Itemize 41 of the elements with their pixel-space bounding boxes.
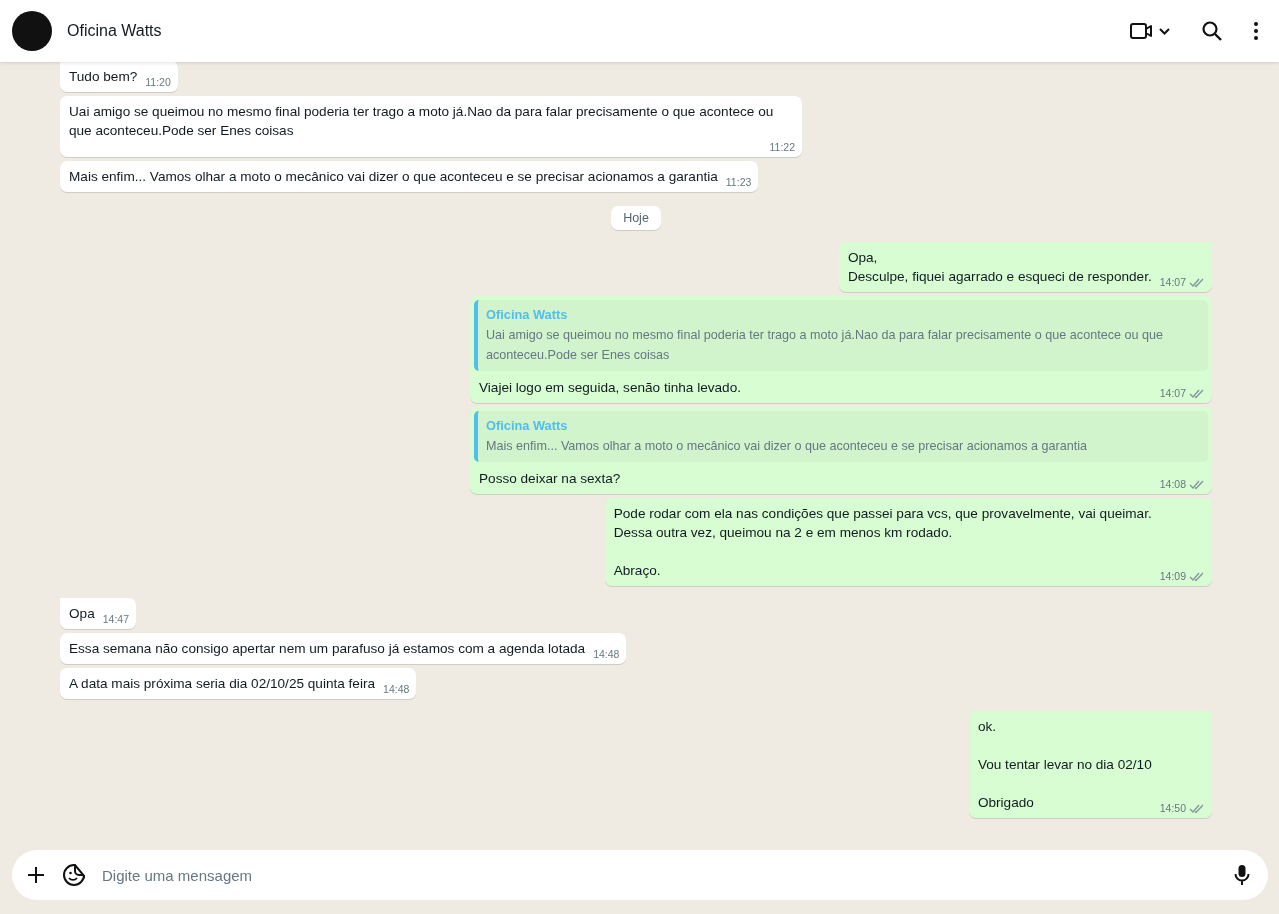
message-composer[interactable]: Digite uma mensagem	[12, 850, 1268, 900]
sticker-button[interactable]	[60, 861, 88, 889]
quoted-message[interactable]: Oficina Watts Mais enfim... Vamos olhar a moto o mecânico vai dizer o que aconteceu e se precisar acionamos a garantia	[474, 411, 1208, 462]
microphone-button[interactable]	[1232, 862, 1252, 888]
quote-text: Uai amigo se queimou no mesmo final poderia ter trago a moto já.Nao da para falar precisamente o que acontece ou que aconteceu.Pode ser Enes coisas	[486, 327, 1164, 364]
message-text: Essa semana não consigo apertar nem um parafuso já estamos com a agenda lotada	[69, 640, 586, 658]
quote-author: Oficina Watts	[486, 417, 569, 435]
message-text: Mais enfim... Vamos olhar a moto o mecânico vai dizer o que aconteceu e se precisar acionamos a garantia	[69, 168, 718, 186]
quoted-message[interactable]: Oficina Watts Uai amigo se queimou no mesmo final poderia ter trago a moto já.Nao da para falar precisamente o que acontece ou que aconteceu.Pode ser Enes coisas	[474, 300, 1208, 371]
message-time: 14:50	[1159, 801, 1186, 816]
message-time: 14:07	[1159, 275, 1186, 290]
menu-icon	[1253, 21, 1259, 41]
double-check-icon	[1189, 479, 1205, 490]
message-text: Viajei logo em seguida, senão tinha levado.	[479, 379, 741, 397]
double-check-icon	[1189, 388, 1205, 399]
quote-author: Oficina Watts	[486, 306, 569, 324]
double-check-icon	[1189, 803, 1205, 814]
message-text: A data mais próxima seria dia 02/10/25 quinta feira	[69, 675, 376, 693]
message-text: Opa, Desculpe, fiquei agarrado e esqueci de responder.	[847, 249, 1152, 286]
message-input[interactable]: Digite uma mensagem	[102, 866, 1220, 884]
message-time: 14:09	[1159, 569, 1186, 584]
message-text: ok. Vou tentar levar no dia 02/10 Obrigado	[977, 718, 1152, 812]
date-divider: Hoje	[611, 206, 661, 230]
message-time: 14:48	[593, 647, 620, 662]
message-time: 14:08	[1159, 477, 1186, 492]
double-check-icon	[1189, 571, 1205, 582]
double-check-icon	[1189, 277, 1205, 288]
message-time: 14:07	[1159, 386, 1186, 401]
message-text: Tudo bem?	[69, 68, 138, 86]
message-text: Posso deixar na sexta?	[479, 470, 621, 488]
message-time: 11:23	[725, 175, 752, 190]
message-time: 14:48	[383, 682, 410, 697]
contact-name[interactable]: Oficina Watts	[67, 22, 1110, 40]
message-text: Opa	[69, 605, 95, 623]
message-text: Pode rodar com ela nas condições que passei para vcs, que provavelmente, vai queimar. Dessa outra vez, queimou na 2 e em menos km rodado. Abraço.	[613, 505, 1152, 580]
message-time: 14:47	[102, 612, 129, 627]
contact-avatar[interactable]	[12, 11, 52, 51]
message-time: 11:20	[145, 75, 171, 90]
quote-text: Mais enfim... Vamos olhar a moto o mecânico vai dizer o que aconteceu e se precisar acionamos a garantia	[486, 438, 1089, 455]
message-text: Uai amigo se queimou no mesmo final poderia ter trago a moto já.Nao da para falar precisamente o que acontece ou que aconteceu.Pode ser Enes coisas	[69, 103, 775, 140]
message-time: 11:22	[769, 140, 795, 155]
